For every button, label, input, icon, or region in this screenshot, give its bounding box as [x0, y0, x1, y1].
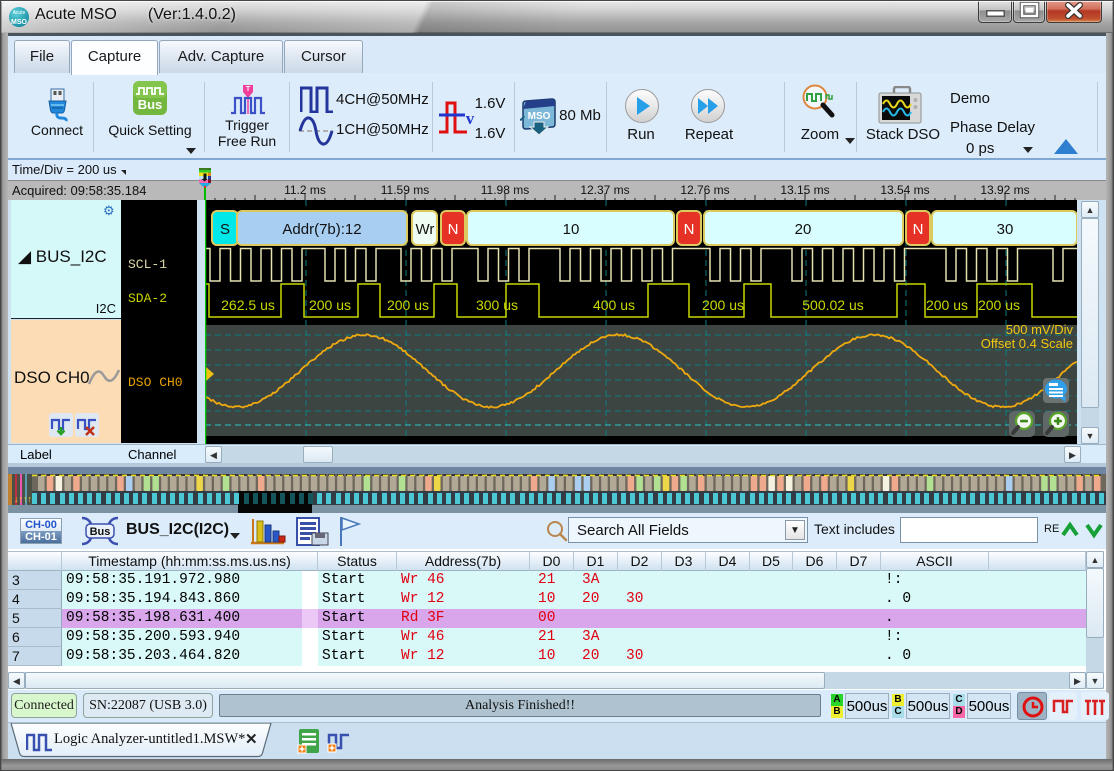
svg-text:200 us: 200 us: [978, 297, 1020, 313]
svg-text:10: 10: [563, 221, 580, 238]
svg-text:Bus: Bus: [90, 526, 111, 538]
svg-text:Offset 0.4 Scale: Offset 0.4 Scale: [981, 336, 1073, 351]
svg-text:20: 20: [795, 221, 812, 238]
svg-text:Addr(7b):12: Addr(7b):12: [282, 221, 361, 238]
svg-text:↓↑↑↑: ↓↑↑↑: [14, 494, 32, 504]
svg-text:300 us: 300 us: [476, 297, 518, 313]
svg-text:500 mV/Div: 500 mV/Div: [1006, 322, 1074, 337]
svg-text:200 us: 200 us: [926, 297, 968, 313]
svg-text:30: 30: [997, 221, 1014, 238]
svg-text:N: N: [913, 221, 924, 238]
svg-text:Wr: Wr: [416, 221, 435, 238]
svg-text:262.5 us: 262.5 us: [221, 297, 275, 313]
svg-text:200 us: 200 us: [387, 297, 429, 313]
svg-text:500.02 us: 500.02 us: [802, 297, 864, 313]
svg-text:Bus: Bus: [138, 97, 163, 112]
svg-text:N: N: [448, 221, 459, 238]
svg-text:400 us: 400 us: [593, 297, 635, 313]
svg-text:200 us: 200 us: [702, 297, 744, 313]
svg-text:200 us: 200 us: [309, 297, 351, 313]
svg-text:MSO: MSO: [528, 111, 551, 122]
svg-text:N: N: [684, 221, 695, 238]
svg-text:S: S: [220, 221, 230, 238]
svg-text:T: T: [246, 86, 251, 93]
